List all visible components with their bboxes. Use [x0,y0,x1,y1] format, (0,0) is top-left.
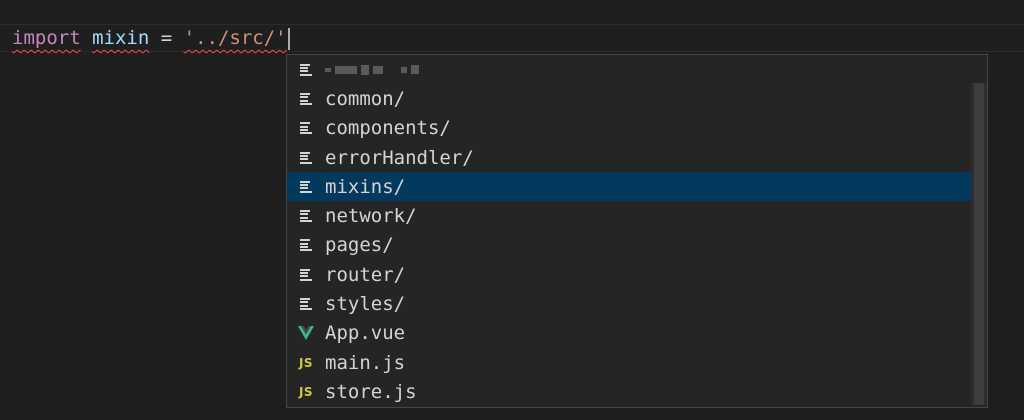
suggestion-label: router/ [325,263,406,286]
suggestion-item[interactable]: styles/ [287,289,971,318]
file-lines-icon [287,268,325,281]
scrollbar-thumb[interactable] [974,83,984,405]
suggestion-item[interactable]: errorHandler/ [287,143,971,172]
file-lines-icon [287,298,325,310]
assignment-operator: = [160,27,173,49]
suggestion-label: components/ [325,117,451,140]
suggestion-label: mixins/ [325,175,406,198]
suggestion-label: App.vue [325,322,406,345]
import-keyword: import [12,27,81,49]
suggestion-item[interactable]: JS main.js [287,348,971,377]
suggestion-list: common/components/errorHandler/mixins/ne… [287,55,971,407]
file-lines-icon [287,210,325,223]
suggestion-item[interactable]: pages/ [287,231,971,260]
suggestion-item[interactable]: App.vue [287,319,971,348]
suggestion-label: pages/ [325,234,394,257]
suggestion-label: store.js [325,380,417,403]
code-editor[interactable]: import mixin = '../src/' common/componen… [0,0,1024,420]
suggestion-item[interactable] [287,55,971,84]
suggestion-label: main.js [325,351,406,374]
file-lines-icon [287,180,325,193]
suggestion-item[interactable]: mixins/ [287,172,971,202]
file-lines-icon [287,239,325,252]
suggestion-item[interactable]: network/ [287,201,971,230]
suggestion-item[interactable]: common/ [287,84,971,113]
js-icon: JS [298,355,314,370]
autocomplete-suggest-widget[interactable]: common/components/errorHandler/mixins/ne… [286,54,988,408]
suggestion-label: errorHandler/ [325,146,474,169]
module-path-string: '../src/' [183,27,287,49]
js-icon: JS [298,384,314,399]
vue-icon [287,325,325,341]
suggestion-label: network/ [325,205,417,228]
suggestion-label: styles/ [325,293,406,316]
suggestion-item[interactable]: components/ [287,114,971,143]
file-lines-icon [287,122,325,135]
code-line[interactable]: import mixin = '../src/' [12,24,290,52]
text-cursor [287,27,290,50]
redacted-label [325,63,419,77]
file-lines-icon [287,63,325,76]
suggestion-item[interactable]: JS store.js [287,377,971,406]
suggest-scrollbar[interactable] [971,83,987,405]
mixin-identifier: mixin [92,27,150,49]
file-lines-icon [287,92,325,105]
suggestion-label: common/ [325,87,406,110]
file-lines-icon [287,151,325,164]
suggestion-item[interactable]: router/ [287,260,971,289]
